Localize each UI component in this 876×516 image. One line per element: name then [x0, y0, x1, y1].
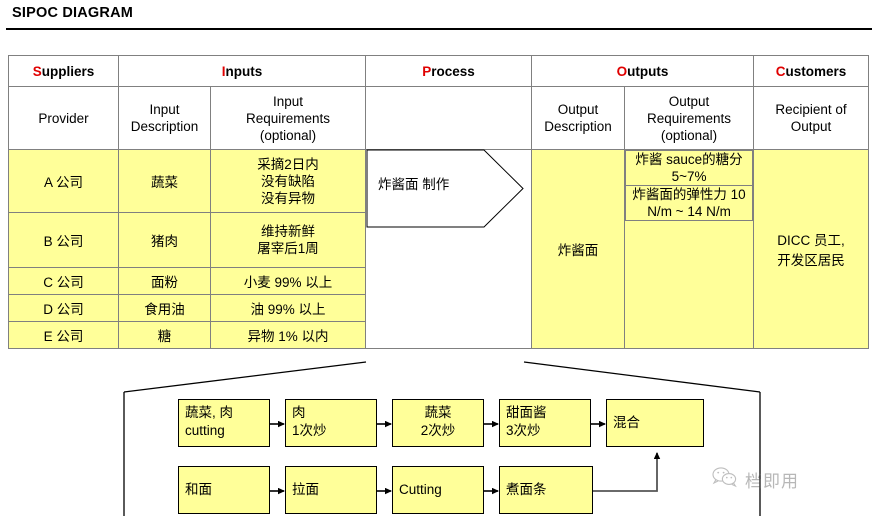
flow-box-line2: 1次炒	[292, 423, 327, 438]
subheader-process	[365, 86, 533, 150]
header-inputs-rest: nputs	[225, 63, 263, 79]
process-step-label: 炸酱面 制作	[378, 177, 450, 192]
flow-box-line1: 甜面酱	[506, 405, 547, 420]
flow-box: 肉 1次炒	[285, 399, 377, 447]
header-process-rest: rocess	[431, 63, 475, 79]
table-header-row: Suppliers Inputs Process Outputs Custome…	[8, 55, 870, 87]
flow-box: 和面	[178, 466, 270, 514]
flow-box: 混合	[606, 399, 704, 447]
flow-box-line1: 蔬菜	[424, 405, 452, 420]
header-outputs-rest: utputs	[627, 63, 669, 79]
flow-box-line1: 肉	[292, 405, 306, 420]
subheader-supplier: Provider	[8, 86, 119, 150]
table-subheader-row: Provider Input Description Input Requireme…	[8, 86, 870, 150]
flow-box-line1: 混合	[613, 415, 640, 430]
flow-box-line1: 拉面	[292, 482, 319, 497]
flow-box: Cutting	[392, 466, 484, 514]
header-customers-cap: C	[775, 63, 786, 79]
flow-box-line2: 2次炒	[420, 423, 456, 438]
flow-box: 甜面酱 3次炒	[499, 399, 591, 447]
cell-supplier: E 公司	[8, 321, 119, 349]
flow-box: 蔬菜 2次炒	[392, 399, 484, 447]
flow-box-line1: 和面	[185, 482, 212, 497]
cell-output-requirements: 炸酱 sauce的糖分 5~7% 炸酱面的弹性力 10 N/m ~ 14 N/m	[624, 149, 755, 349]
cell-input-description: 糖	[118, 321, 211, 349]
watermark-text: 档即用	[745, 471, 799, 491]
header-customers: Customers	[753, 55, 870, 87]
flow-box: 煮面条	[499, 466, 593, 514]
cell-input-requirements: 小麦 99% 以上	[209, 267, 367, 295]
flow-box-line1: 煮面条	[506, 482, 547, 497]
flow-box-line2: cutting	[185, 423, 225, 438]
cell-input-requirements: 采摘2日内 没有缺陷 没有异物	[209, 149, 367, 213]
subheader-output-description: Output Description	[531, 86, 626, 150]
flow-box-line2: 3次炒	[506, 423, 541, 438]
wechat-icon	[712, 466, 738, 493]
cell-supplier: B 公司	[8, 212, 119, 268]
cell-input-description: 面粉	[118, 267, 211, 295]
cell-input-description: 猪肉	[118, 212, 211, 268]
header-outputs-cap: O	[616, 63, 628, 79]
header-inputs: Inputs	[117, 55, 367, 87]
cell-input-requirements: 维持新鲜 屠宰后1周	[209, 212, 367, 268]
header-customers-rest: ustomers	[785, 63, 847, 79]
header-suppliers-rest: uppliers	[41, 63, 95, 79]
cell-input-description: 蔬菜	[118, 149, 211, 213]
header-suppliers: Suppliers	[8, 55, 119, 87]
title-bar: SIPOC DIAGRAM	[0, 0, 876, 30]
cell-supplier: D 公司	[8, 294, 119, 322]
watermark: 档即用	[712, 462, 868, 496]
flow-box-line1: Cutting	[399, 482, 442, 497]
header-process-cap: P	[422, 63, 432, 79]
cell-input-description: 食用油	[118, 294, 211, 322]
cell-output-description: 炸酱面	[531, 149, 626, 349]
title-divider	[6, 28, 872, 30]
header-outputs: Outputs	[531, 55, 755, 87]
subheader-customer: Recipient of Output	[753, 86, 870, 150]
subheader-input-description: Input Description	[118, 86, 211, 150]
subheader-input-requirements: Input Requirements (optional)	[209, 86, 367, 150]
output-requirement-item: 炸酱 sauce的糖分 5~7%	[625, 150, 754, 186]
header-process: Process	[365, 55, 533, 87]
flow-box: 蔬菜, 肉 cutting	[178, 399, 270, 447]
flow-box: 拉面	[285, 466, 377, 514]
subheader-output-requirements: Output Requirements (optional)	[624, 86, 755, 150]
header-suppliers-cap: S	[32, 63, 42, 79]
flow-box-line1: 蔬菜, 肉	[185, 405, 234, 420]
cell-supplier: C 公司	[8, 267, 119, 295]
cell-customer: DICC 员工, 开发区居民	[753, 149, 870, 349]
cell-supplier: A 公司	[8, 149, 119, 213]
page-title: SIPOC DIAGRAM	[12, 5, 134, 21]
cell-input-requirements: 异物 1% 以内	[209, 321, 367, 349]
cell-input-requirements: 油 99% 以上	[209, 294, 367, 322]
output-requirement-item: 炸酱面的弹性力 10 N/m ~ 14 N/m	[625, 185, 754, 221]
